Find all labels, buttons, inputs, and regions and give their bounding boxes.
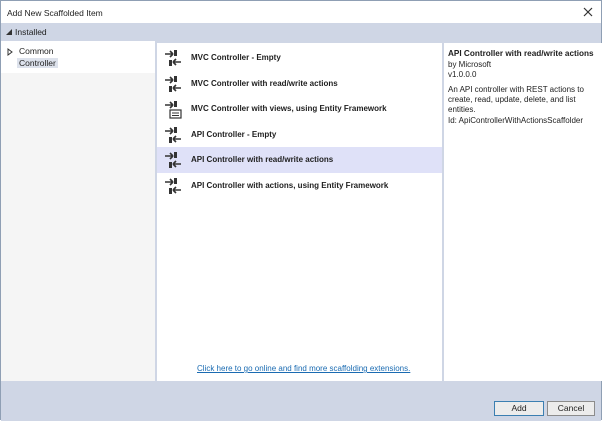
tree-item-label: Common bbox=[19, 46, 54, 56]
template-label: MVC Controller - Empty bbox=[191, 53, 281, 62]
cancel-button[interactable]: Cancel bbox=[547, 401, 595, 416]
template-item-api-ef[interactable]: API Controller with actions, using Entit… bbox=[157, 173, 442, 199]
category-tree: Common Controller bbox=[1, 41, 155, 73]
template-item-mvc-views-ef[interactable]: MVC Controller with views, using Entity … bbox=[157, 96, 442, 122]
controller-arrows-icon bbox=[165, 178, 181, 194]
template-label: API Controller with read/write actions bbox=[191, 155, 334, 164]
details-description: An API controller with REST actions to c… bbox=[448, 85, 584, 114]
controller-arrows-icon bbox=[165, 127, 181, 143]
dialog-footer: Add Cancel bbox=[1, 381, 601, 421]
template-label: MVC Controller with views, using Entity … bbox=[191, 104, 387, 113]
window-title: Add New Scaffolded Item bbox=[7, 8, 103, 18]
add-scaffold-dialog: Add New Scaffolded Item Installed Common… bbox=[0, 0, 602, 421]
template-label: API Controller with actions, using Entit… bbox=[191, 181, 389, 190]
controller-arrows-icon bbox=[165, 152, 181, 168]
details-id: Id: ApiControllerWithActionsScaffolder bbox=[448, 116, 584, 125]
details-author: by Microsoft bbox=[448, 60, 492, 69]
close-icon[interactable] bbox=[581, 5, 595, 19]
collapse-triangle-icon[interactable] bbox=[5, 28, 13, 36]
controller-arrows-icon bbox=[165, 50, 181, 66]
template-item-api-readwrite[interactable]: API Controller with read/write actions bbox=[157, 147, 442, 173]
add-button[interactable]: Add bbox=[494, 401, 544, 416]
tree-item-label: Controller bbox=[17, 58, 58, 68]
details-version: v1.0.0.0 bbox=[448, 70, 477, 79]
template-list: MVC Controller - Empty MVC Controller wi… bbox=[157, 43, 442, 381]
category-pane: Common Controller bbox=[1, 41, 155, 381]
template-item-mvc-empty[interactable]: MVC Controller - Empty bbox=[157, 45, 442, 71]
controller-views-icon bbox=[165, 101, 182, 119]
template-label: API Controller - Empty bbox=[191, 130, 277, 139]
installed-header[interactable]: Installed bbox=[1, 23, 601, 41]
details-title: API Controller with read/write actions bbox=[448, 49, 594, 58]
template-item-api-empty[interactable]: API Controller - Empty bbox=[157, 122, 442, 148]
online-extensions-link[interactable]: Click here to go online and find more sc… bbox=[197, 364, 410, 373]
controller-arrows-icon bbox=[165, 76, 181, 92]
installed-label: Installed bbox=[15, 27, 47, 37]
title-bar: Add New Scaffolded Item bbox=[1, 1, 601, 23]
template-label: MVC Controller with read/write actions bbox=[191, 79, 338, 88]
expand-arrow-icon[interactable] bbox=[7, 48, 13, 56]
details-pane: API Controller with read/write actions b… bbox=[444, 43, 602, 381]
template-item-mvc-readwrite[interactable]: MVC Controller with read/write actions bbox=[157, 71, 442, 97]
